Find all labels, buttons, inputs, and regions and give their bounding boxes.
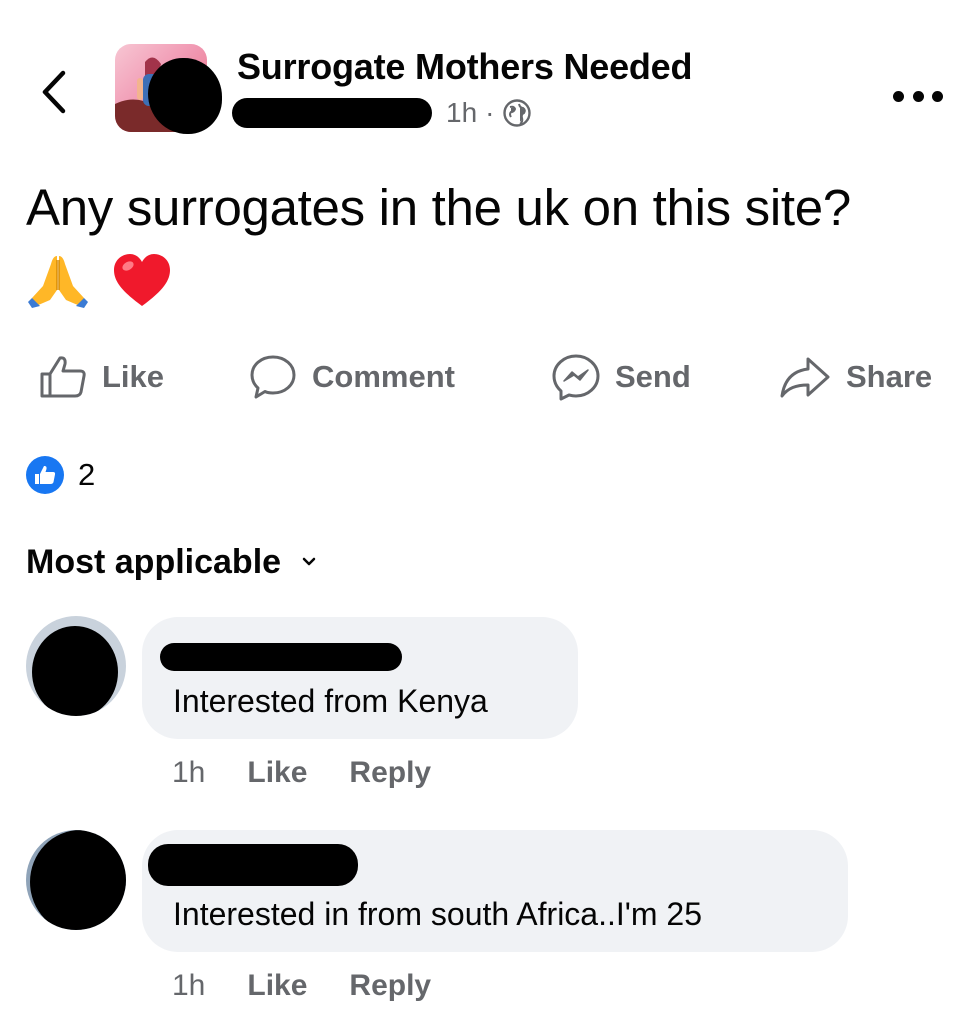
comment-like-button[interactable]: Like — [247, 969, 307, 1003]
more-dots-icon — [893, 90, 904, 102]
comment-text: Interested from Kenya — [173, 683, 488, 719]
more-options-button[interactable] — [893, 80, 943, 112]
red-heart-emoji — [114, 254, 170, 306]
post-meta: 1h · — [232, 96, 532, 130]
folded-hands-emoji — [28, 256, 88, 308]
comment-time: 1h — [172, 756, 206, 789]
send-button[interactable]: Send — [551, 352, 691, 402]
meta-separator: · — [485, 97, 495, 128]
group-name[interactable]: Surrogate Mothers Needed — [237, 46, 692, 88]
redacted-author-name — [232, 98, 432, 128]
redacted-overlay — [30, 830, 126, 930]
sort-label: Most applicable — [26, 542, 282, 581]
thumbs-up-icon — [40, 356, 86, 398]
comment-reply-button[interactable]: Reply — [349, 756, 431, 790]
share-label: Share — [846, 359, 933, 394]
comment-actions: 1h Like Reply — [172, 966, 431, 1006]
commenter-avatar[interactable] — [26, 830, 126, 930]
like-reaction-icon — [26, 456, 64, 494]
globe-icon — [503, 99, 532, 127]
comment-reply-button[interactable]: Reply — [349, 969, 431, 1003]
comment-label: Comment — [312, 359, 455, 394]
post-text: Any surrogates in the uk on this site? — [26, 179, 851, 236]
like-button[interactable]: Like — [38, 352, 164, 402]
like-label: Like — [102, 359, 165, 394]
reaction-count: 2 — [78, 457, 96, 492]
chevron-left-icon — [42, 70, 66, 114]
reaction-summary[interactable]: 2 — [26, 454, 95, 496]
messenger-icon — [552, 354, 600, 401]
comment-actions: 1h Like Reply — [172, 753, 431, 793]
comment-bubble: Interested in from south Africa..I'm 25 — [142, 830, 848, 952]
redacted-commenter-name — [160, 643, 402, 671]
post-time[interactable]: 1h — [446, 97, 477, 129]
comment-bubble: Interested from Kenya — [142, 617, 578, 739]
post-emojis — [26, 250, 174, 310]
comment-like-button[interactable]: Like — [247, 756, 307, 790]
commenter-avatar[interactable] — [26, 616, 126, 716]
redacted-overlay — [148, 58, 222, 134]
chevron-down-icon — [302, 557, 316, 566]
back-button[interactable] — [28, 62, 78, 122]
comment-text: Interested in from south Africa..I'm 25 — [173, 896, 703, 932]
comment-time: 1h — [172, 969, 206, 1002]
redacted-overlay — [32, 626, 118, 716]
redacted-commenter-name — [148, 844, 358, 886]
comment-bubble-icon — [250, 355, 296, 399]
share-button[interactable]: Share — [778, 352, 932, 402]
share-arrow-icon — [780, 357, 830, 398]
comment-sort-dropdown[interactable]: Most applicable — [26, 540, 317, 584]
send-label: Send — [615, 359, 691, 394]
comment-button[interactable]: Comment — [248, 352, 455, 402]
